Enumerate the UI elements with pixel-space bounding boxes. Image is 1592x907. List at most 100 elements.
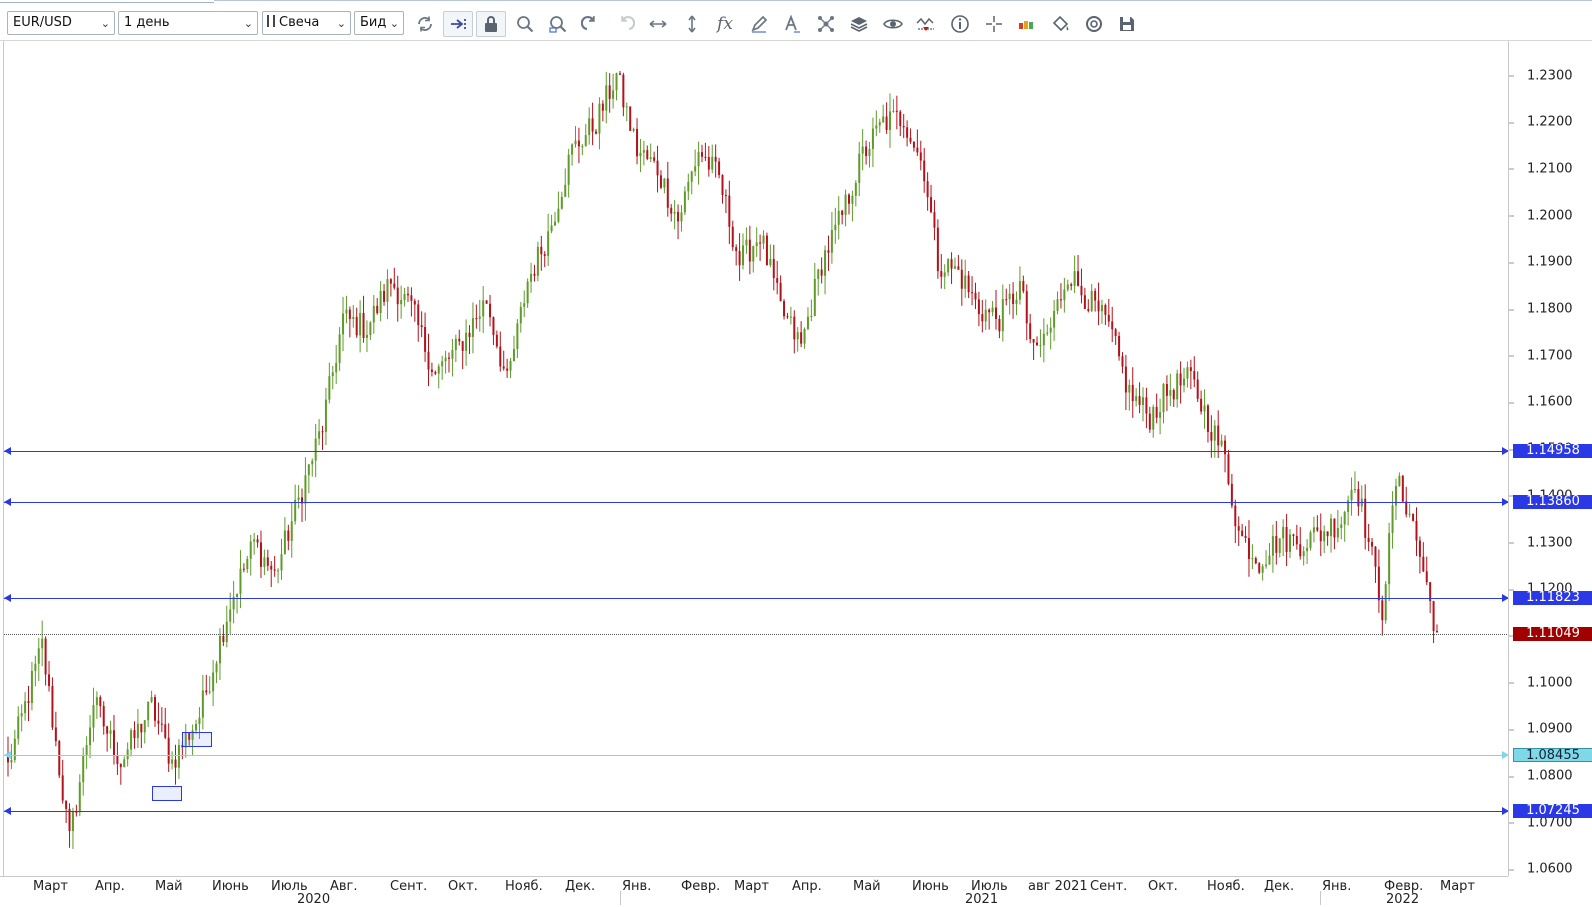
candle: [420, 311, 423, 338]
month-tick-label: Сент.: [390, 879, 428, 894]
candle: [116, 742, 119, 775]
candle: [389, 278, 392, 297]
candle: [338, 327, 341, 371]
candle: [659, 170, 662, 190]
year-separator: [620, 891, 621, 905]
chevron-down-icon: ⌄: [389, 17, 399, 30]
candle: [1224, 435, 1227, 473]
candle: [95, 691, 98, 719]
candle: [400, 285, 403, 319]
candle: [1206, 404, 1209, 443]
candle: [735, 244, 738, 266]
undo-button[interactable]: [576, 11, 606, 37]
horizontal-level-line[interactable]: [4, 498, 1509, 507]
rectangle-annotation[interactable]: [182, 732, 212, 747]
candle: [824, 245, 827, 295]
reset-button[interactable]: [1079, 11, 1109, 37]
candle: [1292, 533, 1295, 547]
candle: [287, 524, 290, 551]
chart-type-select-value: Свеча: [279, 15, 320, 30]
candle: [1152, 404, 1155, 438]
timeframe-select[interactable]: 1 день ⌄: [118, 11, 258, 35]
candle: [943, 264, 946, 290]
chart-type-select[interactable]: Свеча ⌄: [262, 11, 351, 35]
draw-button[interactable]: [744, 11, 774, 37]
candle: [369, 321, 372, 341]
indicators-button[interactable]: fx: [710, 11, 740, 37]
candle: [1340, 516, 1343, 540]
candle: [642, 140, 645, 166]
zoom-out-icon: [549, 16, 567, 33]
candle: [673, 200, 676, 230]
price-side-select[interactable]: Бид ⌄: [354, 11, 404, 35]
color-bars-button[interactable]: [1012, 11, 1042, 37]
level-price-label: 1.08455: [1513, 747, 1592, 762]
objects-button[interactable]: [811, 11, 841, 37]
signals-button[interactable]: [911, 11, 941, 37]
candle: [506, 358, 509, 378]
candle: [868, 141, 871, 168]
eye-icon: [883, 19, 903, 29]
level-price-label: 1.14958: [1513, 444, 1592, 459]
candle: [1275, 520, 1278, 565]
candle: [1412, 513, 1415, 522]
candle: [752, 245, 755, 273]
candle: [1018, 266, 1021, 305]
candle: [434, 370, 437, 376]
fill-button[interactable]: [1046, 11, 1076, 37]
zoom-in-button[interactable]: [510, 11, 540, 37]
horizontal-level-line[interactable]: [4, 750, 1509, 759]
horizontal-level-line[interactable]: [4, 807, 1509, 816]
undo-icon: [581, 15, 595, 31]
layers-button[interactable]: [844, 11, 874, 37]
shift-right-button[interactable]: [443, 11, 473, 37]
candle: [957, 255, 960, 270]
candle: [1377, 549, 1380, 613]
candle: [971, 276, 974, 306]
text-tool-button[interactable]: [777, 11, 807, 37]
time-axis[interactable]: Март Апр. Май Июнь Июль Авг. Сент. Окт. Нояб. Дек…: [0, 876, 1508, 907]
color-bars-icon: [1019, 21, 1033, 29]
symbol-select[interactable]: EUR/USD ⌄: [7, 11, 115, 35]
candle: [270, 560, 273, 587]
price-axis[interactable]: 1.2300 1.2200 1.2100 1.2000 1.1900 1.1800 1.17…: [1508, 41, 1592, 877]
horizontal-scale-button[interactable]: [643, 11, 673, 37]
horizontal-level-line[interactable]: [4, 447, 1509, 456]
candle: [61, 759, 64, 804]
price-tick-label: 1.1300: [1509, 535, 1573, 551]
lock-button[interactable]: [476, 11, 506, 37]
save-button[interactable]: [1112, 11, 1142, 37]
vertical-scale-button[interactable]: [677, 11, 707, 37]
candle: [376, 297, 379, 315]
redo-button[interactable]: [610, 11, 640, 37]
crosshair-icon: [986, 16, 1002, 32]
candle: [58, 739, 61, 779]
refresh-button[interactable]: [410, 11, 440, 37]
info-button[interactable]: [945, 11, 975, 37]
visibility-button[interactable]: [878, 11, 908, 37]
candle: [1083, 287, 1086, 309]
candle: [762, 230, 765, 250]
price-tick-label: 1.1700: [1509, 348, 1573, 364]
candle: [1183, 367, 1186, 393]
price-tick-label: 1.1900: [1509, 254, 1573, 270]
candle: [256, 535, 259, 548]
candle: [871, 117, 874, 168]
candle: [612, 73, 615, 109]
horizontal-level-line[interactable]: [4, 593, 1509, 602]
zoom-out-button[interactable]: [543, 11, 573, 37]
candles-layer: [7, 70, 1438, 849]
candle: [1306, 539, 1309, 564]
candle: [502, 350, 505, 371]
plot-area[interactable]: [3, 41, 1509, 876]
candle: [728, 180, 731, 244]
candle: [458, 329, 461, 346]
candle: [1042, 318, 1045, 363]
candle: [54, 711, 57, 747]
candle: [854, 180, 857, 207]
candle: [410, 287, 413, 317]
crosshair-button[interactable]: [979, 11, 1009, 37]
price-chart[interactable]: 1.2300 1.2200 1.2100 1.2000 1.1900 1.1800 1.17…: [0, 41, 1592, 907]
candle: [140, 723, 143, 749]
rectangle-annotation[interactable]: [152, 786, 182, 801]
